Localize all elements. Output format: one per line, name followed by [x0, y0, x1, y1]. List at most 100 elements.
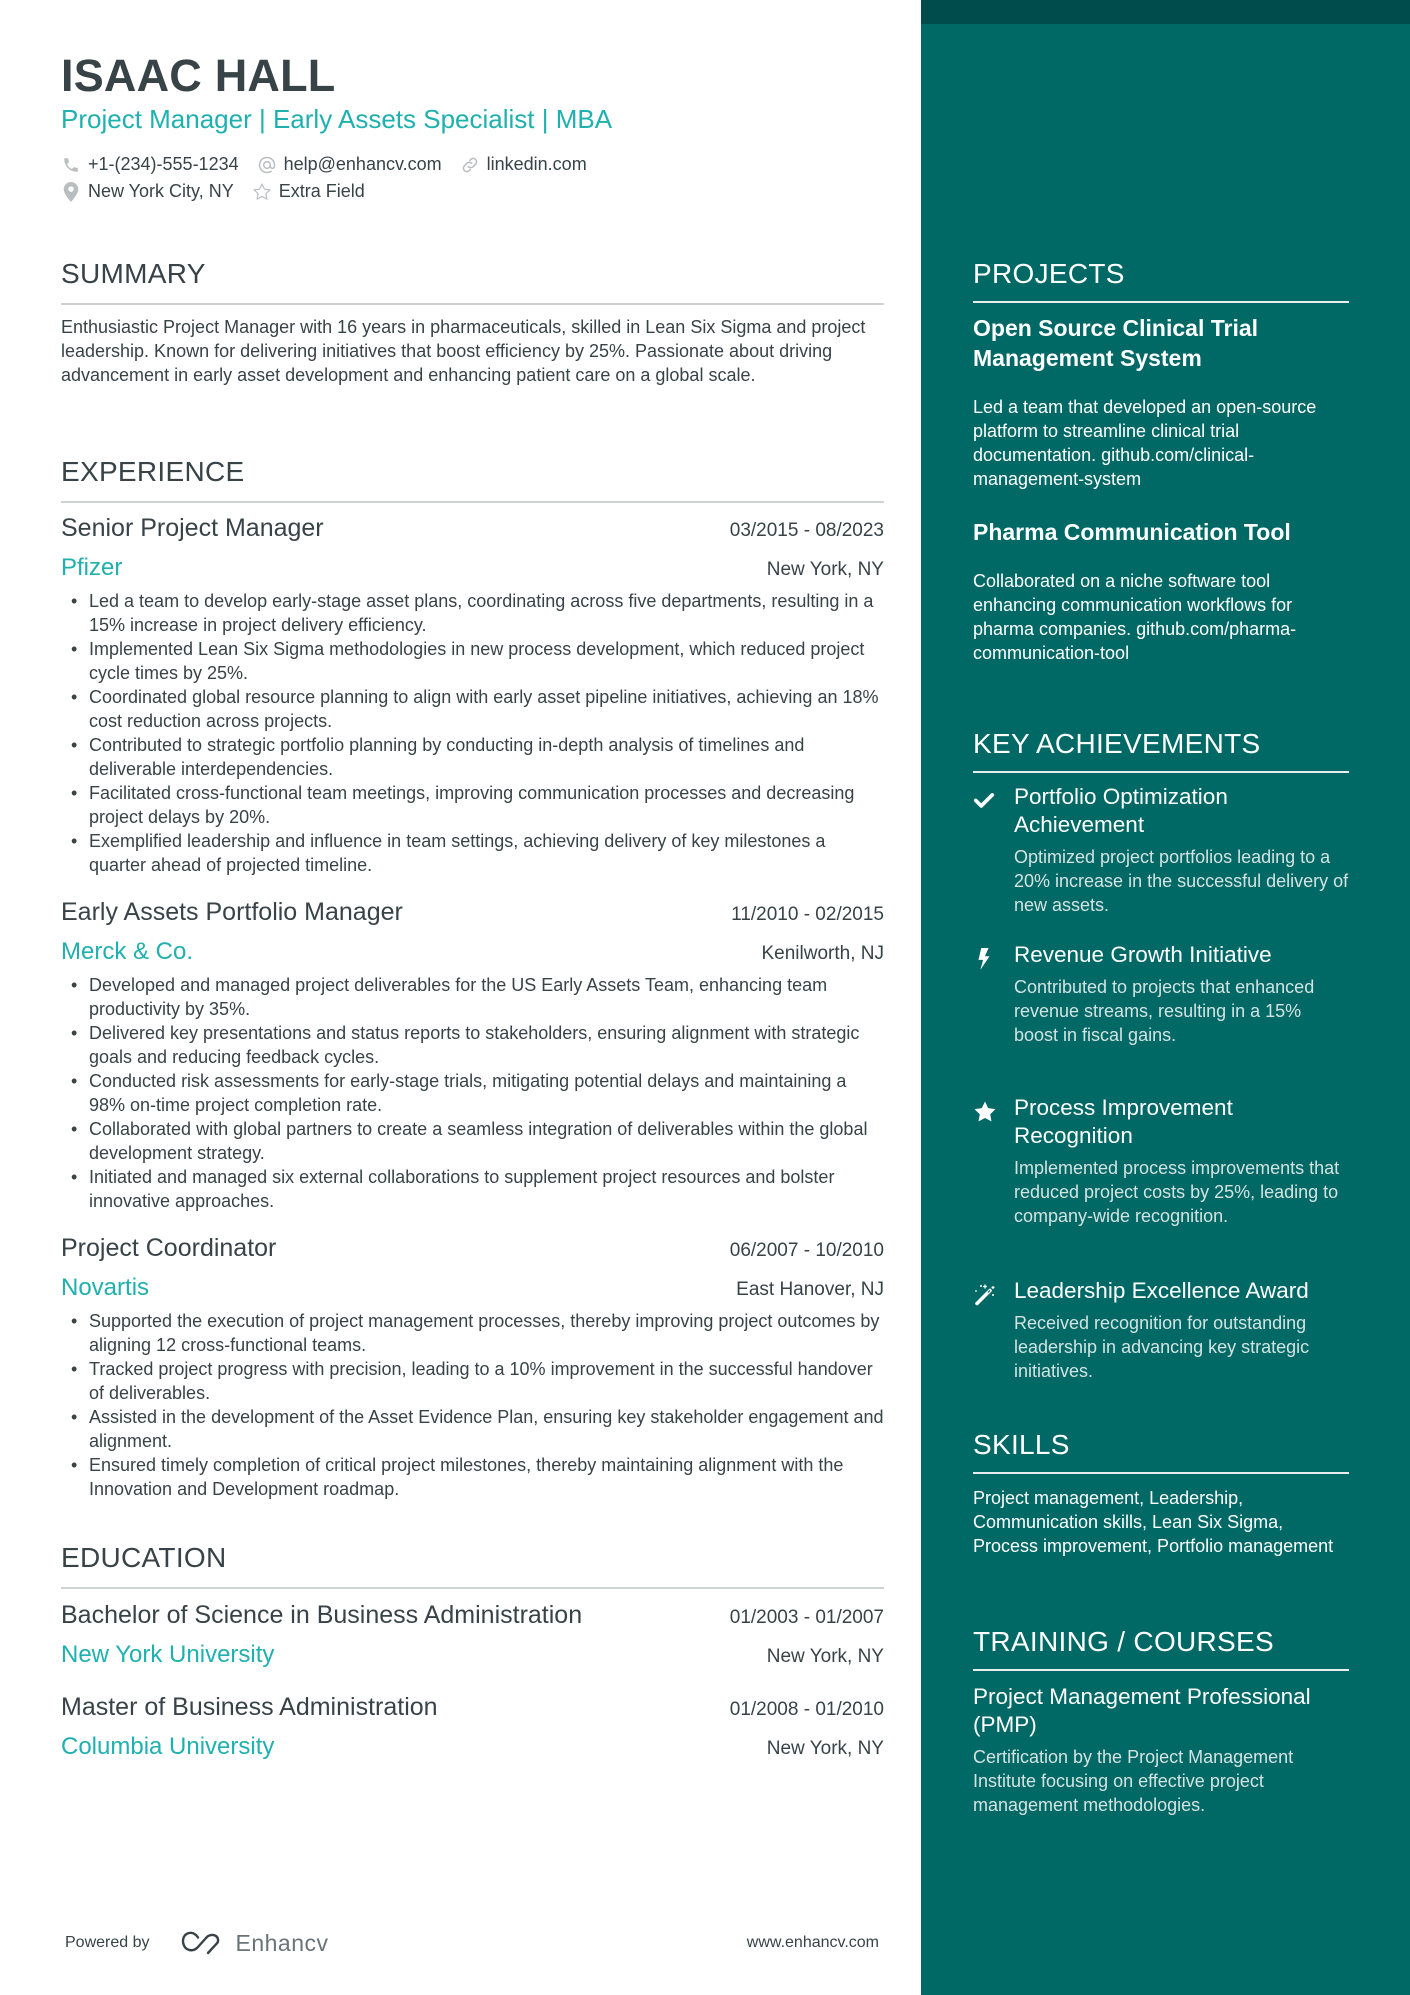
contact-linkedin-text: linkedin.com: [486, 154, 587, 174]
section-divider: [973, 1669, 1349, 1671]
project-title: Open Source Clinical Trial Management Sy…: [973, 315, 1259, 371]
contact-location-text: New York City, NY: [88, 181, 234, 201]
job-bullet: Initiated and managed six external colla…: [61, 1165, 884, 1213]
project-item: Pharma Communication Tool Collaborated o…: [973, 517, 1349, 665]
sidebar: PROJECTS Open Source Clinical Trial Mana…: [921, 0, 1410, 1995]
summary-section: SUMMARY Enthusiastic Project Manager wit…: [61, 257, 884, 387]
job-bullet: Conducted risk assessments for early-sta…: [61, 1069, 884, 1117]
job-company: Novartis: [61, 1274, 150, 1301]
section-divider: [973, 771, 1349, 773]
star-icon: [973, 1100, 996, 1122]
job-bullet: Assisted in the development of the Asset…: [61, 1405, 884, 1453]
job-bullet: Led a team to develop early-stage asset …: [61, 589, 884, 637]
experience-section: EXPERIENCE: [61, 455, 884, 503]
contact-location: New York City, NY: [61, 181, 234, 202]
enhancv-logo-icon: [181, 1931, 219, 1955]
course-title: Project Management Professional (PMP): [973, 1684, 1311, 1737]
link-icon: [460, 155, 480, 175]
achievement-title: Process Improvement Recognition: [1014, 1095, 1233, 1148]
contact-email[interactable]: help@enhancv.com: [257, 154, 442, 175]
contact-phone[interactable]: +1-(234)-555-1234: [61, 154, 239, 175]
job-title: Senior Project Manager: [61, 514, 324, 542]
achievement-item: Process Improvement Recognition Implemen…: [973, 1094, 1349, 1228]
job-title: Project Coordinator: [61, 1234, 277, 1262]
job-title: Early Assets Portfolio Manager: [61, 898, 403, 926]
skills-list: Project management, Leadership, Communic…: [973, 1488, 1334, 1556]
section-divider: [61, 501, 884, 503]
contact-extra-field-text: Extra Field: [278, 181, 365, 201]
education-title: EDUCATION: [61, 1542, 227, 1573]
job-bullet: Contributed to strategic portfolio plann…: [61, 733, 884, 781]
resume-page: ISAAC HALL Project Manager | Early Asset…: [0, 0, 1410, 1995]
education-location: New York, NY: [766, 1646, 884, 1667]
sidebar-top-band: [921, 0, 1410, 24]
job-company: Merck & Co.: [61, 938, 194, 965]
job-dates: 06/2007 - 10/2010: [729, 1240, 884, 1261]
job-company: Pfizer: [61, 554, 123, 581]
achievement-item: Revenue Growth Initiative Contributed to…: [973, 941, 1349, 1047]
job-bullet: Tracked project progress with precision,…: [61, 1357, 884, 1405]
location-pin-icon: [61, 181, 81, 202]
achievement-item: Leadership Excellence Award Received rec…: [973, 1277, 1349, 1383]
projects-title: PROJECTS: [973, 258, 1125, 289]
job-dates: 03/2015 - 08/2023: [729, 520, 884, 541]
enhancv-logo[interactable]: Enhancv: [178, 1930, 329, 1957]
education-entry: Master of Business Administration 01/200…: [61, 1691, 884, 1763]
contact-email-text: help@enhancv.com: [283, 154, 442, 174]
contact-row-2: New York City, NY Extra Field: [61, 178, 884, 205]
achievement-title: Revenue Growth Initiative: [1014, 942, 1272, 967]
contact-phone-text: +1-(234)-555-1234: [88, 154, 239, 174]
project-description: Led a team that developed an open-source…: [973, 397, 1317, 489]
project-title: Pharma Communication Tool: [973, 519, 1291, 545]
website-link[interactable]: www.enhancv.com: [747, 1934, 879, 1952]
job-entry: Early Assets Portfolio Manager 11/2010 -…: [61, 896, 884, 1213]
degree: Master of Business Administration: [61, 1693, 438, 1721]
achievement-item: Portfolio Optimization Achievement Optim…: [973, 783, 1349, 917]
achievement-description: Optimized project portfolios leading to …: [1014, 847, 1349, 915]
project-description: Collaborated on a niche software tool en…: [973, 571, 1297, 663]
project-item: Open Source Clinical Trial Management Sy…: [973, 313, 1349, 491]
course-item: Project Management Professional (PMP) Ce…: [973, 1683, 1349, 1817]
education-section: EDUCATION: [61, 1541, 884, 1589]
education-dates: 01/2003 - 01/2007: [729, 1607, 884, 1628]
contact-linkedin[interactable]: linkedin.com: [460, 154, 587, 175]
section-divider: [61, 303, 884, 305]
achievement-title: Portfolio Optimization Achievement: [1014, 784, 1228, 837]
section-divider: [973, 1472, 1349, 1474]
experience-title: EXPERIENCE: [61, 456, 245, 487]
summary-text: Enthusiastic Project Manager with 16 yea…: [61, 317, 866, 385]
achievement-description: Implemented process improvements that re…: [1014, 1158, 1340, 1226]
achievements-title: KEY ACHIEVEMENTS: [973, 728, 1261, 759]
headline: Project Manager | Early Assets Specialis…: [61, 104, 613, 134]
achievement-description: Received recognition for outstanding lea…: [1014, 1313, 1310, 1381]
training-section: TRAINING / COURSES Project Management Pr…: [973, 1625, 1349, 1817]
star-outline-icon: [252, 182, 272, 202]
magic-wand-icon: [973, 1283, 995, 1306]
contact-info: +1-(234)-555-1234 help@enhancv.com linke…: [61, 151, 884, 205]
contact-extra-field: Extra Field: [252, 181, 365, 202]
job-entry: Senior Project Manager 03/2015 - 08/2023…: [61, 512, 884, 877]
job-bullet: Facilitated cross-functional team meetin…: [61, 781, 884, 829]
job-bullet: Coordinated global resource planning to …: [61, 685, 884, 733]
job-dates: 11/2010 - 02/2015: [731, 904, 884, 925]
achievement-title: Leadership Excellence Award: [1014, 1278, 1309, 1303]
phone-icon: [61, 155, 81, 175]
training-title: TRAINING / COURSES: [973, 1626, 1274, 1657]
school: New York University: [61, 1641, 275, 1668]
job-bullet: Supported the execution of project manag…: [61, 1309, 884, 1357]
lightning-bolt-icon: [973, 947, 995, 970]
education-location: New York, NY: [766, 1738, 884, 1759]
job-bullet: Implemented Lean Six Sigma methodologies…: [61, 637, 884, 685]
job-bullets: Led a team to develop early-stage asset …: [61, 589, 884, 877]
job-bullet: Developed and managed project deliverabl…: [61, 973, 884, 1021]
job-bullets: Supported the execution of project manag…: [61, 1309, 884, 1501]
school: Columbia University: [61, 1733, 275, 1760]
job-bullets: Developed and managed project deliverabl…: [61, 973, 884, 1213]
job-entry: Project Coordinator 06/2007 - 10/2010 No…: [61, 1232, 884, 1501]
section-divider: [973, 301, 1349, 303]
at-icon: [257, 155, 277, 175]
job-bullet: Collaborated with global partners to cre…: [61, 1117, 884, 1165]
job-location: East Hanover, NJ: [736, 1279, 884, 1300]
job-bullet: Delivered key presentations and status r…: [61, 1021, 884, 1069]
education-entry: Bachelor of Science in Business Administ…: [61, 1599, 884, 1671]
